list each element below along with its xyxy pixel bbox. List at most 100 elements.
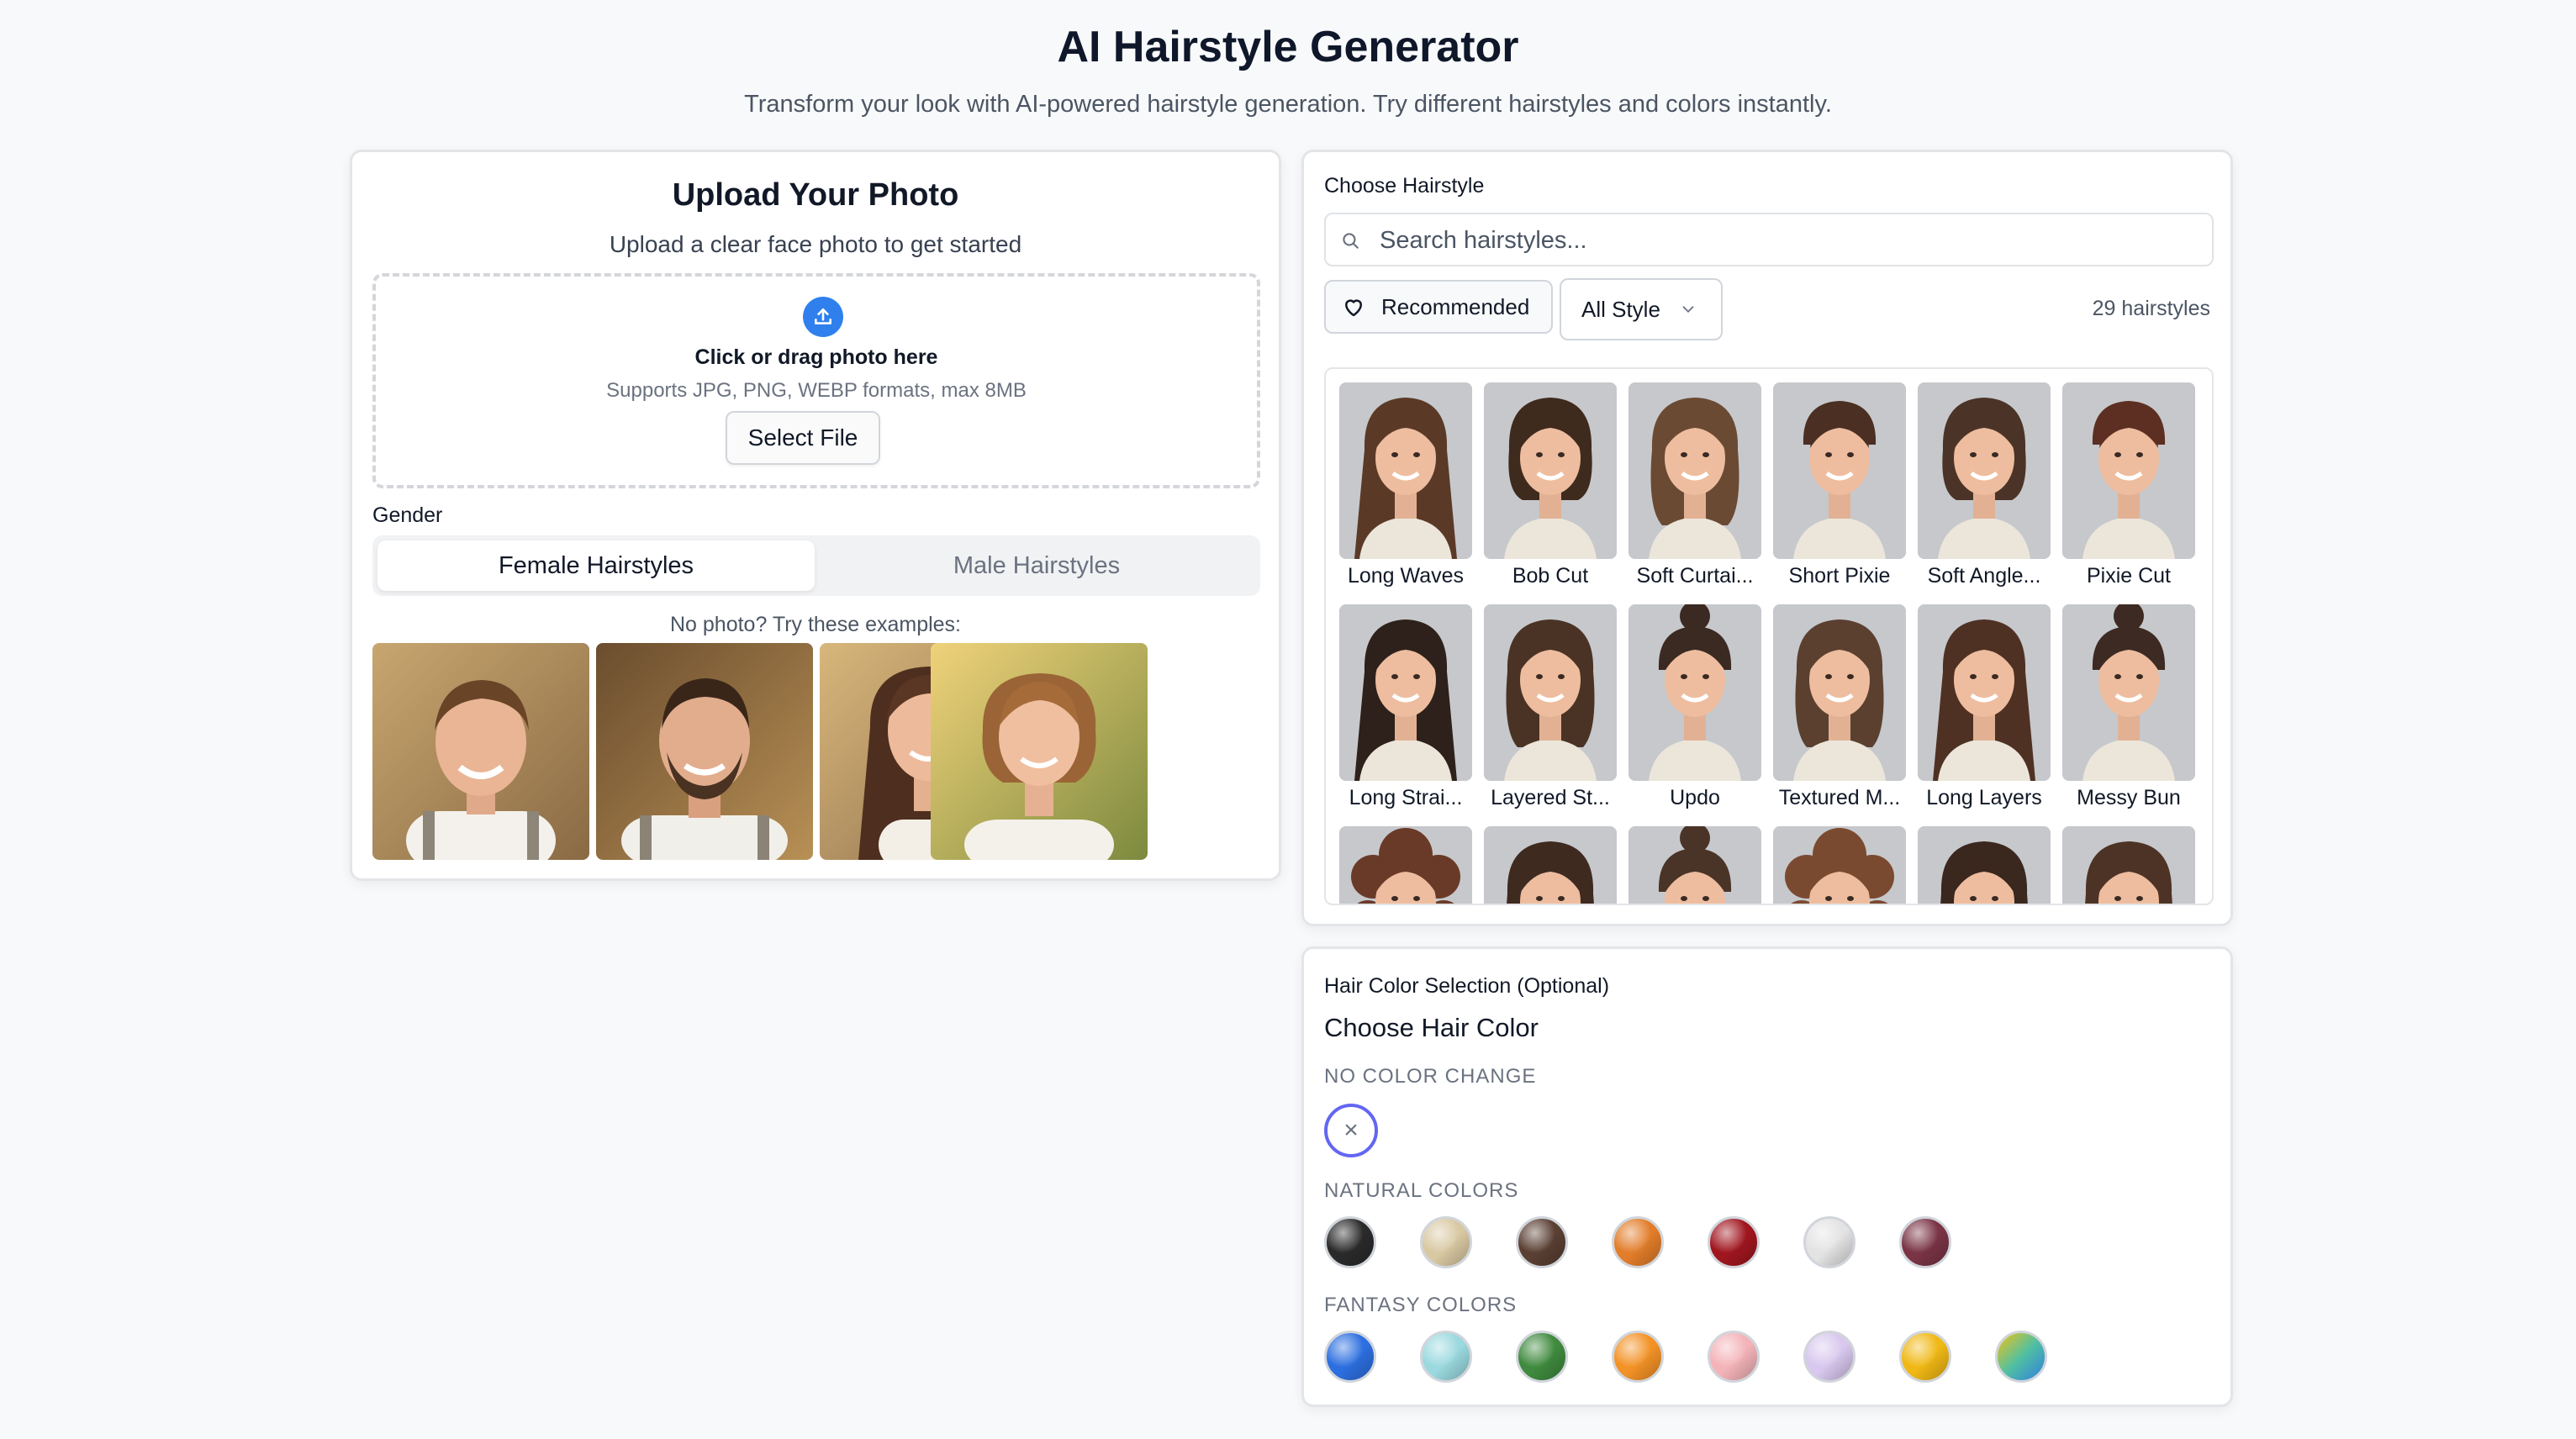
heart-icon: [1345, 299, 1362, 317]
hairstyle-preview-image: [1918, 826, 2051, 904]
fantasy-color-swatch[interactable]: [1420, 1331, 1472, 1383]
upload-icon: [803, 297, 843, 337]
natural-color-swatch[interactable]: [1324, 1216, 1376, 1268]
select-file-button[interactable]: Select File: [726, 411, 880, 465]
style-filter-select[interactable]: All Style: [1560, 278, 1723, 340]
hairstyle-preview-image: [2062, 382, 2195, 559]
hairstyle-label: Long Layers: [1926, 786, 2042, 809]
hairstyle-grid: Long Waves Bob Cut Soft Curtai... Short …: [1324, 367, 2214, 905]
dropzone-title: Click or drag photo here: [694, 345, 938, 369]
examples-label: No photo? Try these examples:: [669, 613, 962, 636]
natural-color-swatch[interactable]: [1803, 1216, 1855, 1268]
hairstyle-preview-image: [1918, 382, 2051, 559]
hairstyle-tile[interactable]: Bob Cut: [1484, 382, 1617, 588]
hairstyle-preview-image: [1339, 826, 1472, 904]
no-color-change-label: NO COLOR CHANGE: [1324, 1065, 1537, 1088]
natural-color-swatch[interactable]: [1420, 1216, 1472, 1268]
hair-color-panel: Hair Color Selection (Optional) Choose H…: [1301, 946, 2233, 1407]
hairstyle-tile[interactable]: [1339, 826, 1472, 904]
hairstyle-tile[interactable]: [1628, 826, 1761, 904]
hairstyle-preview-image: [1628, 826, 1761, 904]
hairstyle-count: 29 hairstyles: [2092, 297, 2210, 320]
natural-color-swatch[interactable]: [1516, 1216, 1568, 1268]
hairstyle-label: Updo: [1670, 786, 1720, 809]
fantasy-colors-label: FANTASY COLORS: [1324, 1294, 1518, 1316]
hairstyle-preview-image: [1484, 382, 1617, 559]
example-photo-bob-hair-woman[interactable]: [931, 643, 1148, 860]
tab-female-hairstyles[interactable]: Female Hairstyles: [377, 540, 815, 591]
fantasy-color-swatch[interactable]: [1995, 1331, 2047, 1383]
hairstyle-tile[interactable]: Updo: [1628, 604, 1761, 810]
hairstyle-tile[interactable]: [1484, 826, 1617, 904]
hairstyle-label: Pixie Cut: [2086, 564, 2172, 588]
hairstyle-preview-image: [2062, 604, 2195, 781]
natural-colors-label: NATURAL COLORS: [1324, 1179, 1519, 1202]
hairstyle-preview-image: [2062, 826, 2195, 904]
hairstyle-tile[interactable]: Soft Angle...: [1918, 382, 2051, 588]
search-input[interactable]: [1380, 221, 2187, 260]
hairstyle-label: Short Pixie: [1788, 564, 1891, 588]
hairstyle-panel: Choose Hairstyle Recommended All Style 2…: [1301, 150, 2233, 926]
hairstyle-tile[interactable]: Long Strai...: [1339, 604, 1472, 810]
gender-label: Gender: [372, 503, 443, 527]
page-title: AI Hairstyle Generator: [1057, 23, 1519, 71]
hairstyle-preview-image: [1339, 604, 1472, 781]
photo-dropzone[interactable]: Click or drag photo here Supports JPG, P…: [372, 273, 1260, 488]
upload-subtitle: Upload a clear face photo to get started: [609, 231, 1022, 257]
hairstyle-label: Messy Bun: [2077, 786, 2181, 809]
page-subtitle: Transform your look with AI-powered hair…: [744, 91, 1832, 118]
hair-color-section-title: Hair Color Selection (Optional): [1324, 974, 1610, 998]
hairstyle-preview-image: [1773, 382, 1906, 559]
fantasy-color-swatch[interactable]: [1708, 1331, 1760, 1383]
hairstyle-tile[interactable]: [1773, 826, 1906, 904]
tab-male-hairstyles[interactable]: Male Hairstyles: [818, 540, 1255, 591]
hairstyle-label: Long Waves: [1347, 564, 1465, 588]
fantasy-color-swatch[interactable]: [1803, 1331, 1855, 1383]
hairstyle-tile[interactable]: Long Layers: [1918, 604, 2051, 810]
hairstyle-preview-image: [1628, 604, 1761, 781]
chevron-down-icon: [1682, 306, 1694, 314]
hairstyle-label: Textured M...: [1778, 786, 1901, 809]
hairstyle-preview-image: [1773, 604, 1906, 781]
example-photo-bearded-man[interactable]: [596, 643, 813, 860]
hairstyle-preview-image: [1339, 382, 1472, 559]
upload-title: Upload Your Photo: [672, 177, 959, 213]
hairstyle-tile[interactable]: Pixie Cut: [2062, 382, 2195, 588]
recommended-button[interactable]: Recommended: [1324, 280, 1553, 334]
hairstyle-label: Layered St...: [1491, 786, 1610, 809]
fantasy-color-swatch[interactable]: [1612, 1331, 1664, 1383]
search-icon: [1343, 233, 1359, 249]
hairstyle-tile[interactable]: [2062, 826, 2195, 904]
hairstyle-preview-image: [1484, 604, 1617, 781]
dropzone-hint: Supports JPG, PNG, WEBP formats, max 8MB: [606, 379, 1027, 402]
hairstyle-label: Soft Curtai...: [1636, 564, 1754, 588]
natural-color-swatch[interactable]: [1708, 1216, 1760, 1268]
hairstyle-preview-image: [1773, 826, 1906, 904]
fantasy-color-swatch[interactable]: [1516, 1331, 1568, 1383]
hairstyle-tile[interactable]: [1918, 826, 2051, 904]
natural-color-swatch[interactable]: [1612, 1216, 1664, 1268]
style-filter-value: All Style: [1581, 296, 1660, 322]
hairstyle-tile[interactable]: Soft Curtai...: [1628, 382, 1761, 588]
upload-panel: Upload Your Photo Upload a clear face ph…: [350, 150, 1281, 881]
fantasy-color-swatch[interactable]: [1899, 1331, 1951, 1383]
fantasy-color-swatch[interactable]: [1324, 1331, 1376, 1383]
no-color-change-swatch[interactable]: ×: [1324, 1104, 1378, 1157]
hairstyle-tile[interactable]: Messy Bun: [2062, 604, 2195, 810]
hairstyle-label: Long Strai...: [1349, 786, 1463, 809]
gender-toggle: Female Hairstyles Male Hairstyles: [372, 535, 1260, 596]
hairstyle-tile[interactable]: Long Waves: [1339, 382, 1472, 588]
hairstyle-preview-image: [1484, 826, 1617, 904]
example-photo-young-man[interactable]: [372, 643, 589, 860]
hairstyle-label: Soft Angle...: [1927, 564, 2041, 588]
hairstyle-preview-image: [1628, 382, 1761, 559]
hairstyle-tile[interactable]: Textured M...: [1773, 604, 1906, 810]
choose-hairstyle-label: Choose Hairstyle: [1324, 174, 1485, 198]
hairstyle-tile[interactable]: Layered St...: [1484, 604, 1617, 810]
hairstyle-preview-image: [1918, 604, 2051, 781]
hairstyle-tile[interactable]: Short Pixie: [1773, 382, 1906, 588]
close-icon: ×: [1343, 1116, 1359, 1144]
hairstyle-label: Bob Cut: [1512, 564, 1589, 588]
choose-hair-color-heading: Choose Hair Color: [1324, 1013, 1539, 1042]
natural-color-swatch[interactable]: [1899, 1216, 1951, 1268]
